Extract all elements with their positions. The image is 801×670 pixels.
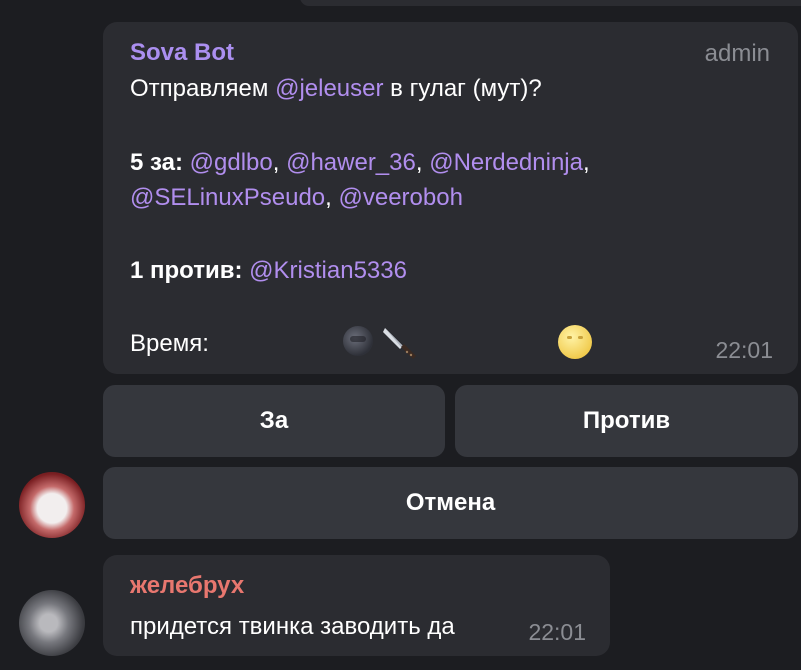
vote-question: Отправляем @jeleuser в гулаг (мут)? [130, 75, 542, 103]
knife-icon [383, 328, 416, 359]
message-time: 22:01 [715, 337, 773, 363]
question-prefix: Отправляем [130, 75, 276, 102]
against-votes-line: 1 против: @Kristian5336 [130, 257, 407, 285]
cancel-button[interactable]: Отмена [103, 467, 798, 539]
time-label: Время: [130, 330, 209, 357]
vote-for-button[interactable]: За [103, 385, 445, 457]
previous-message-bubble [300, 0, 801, 6]
admin-badge: admin [704, 40, 770, 67]
mention-voter[interactable]: @Nerdedninja [429, 149, 583, 176]
mention-voter[interactable]: @SELinuxPseudo [130, 184, 325, 211]
mention-voter[interactable]: @gdlbo [190, 149, 273, 176]
new-moon-face-icon [343, 326, 373, 356]
user-message-bubble: желебрух придется твинка заводить да 22:… [103, 555, 610, 656]
user-message-text: придется твинка заводить да [130, 613, 455, 640]
for-votes-line-2: @SELinuxPseudo, @veeroboh [130, 184, 463, 211]
for-votes-line-1: 5 за: @gdlbo, @hawer_36, @Nerdedninja, [130, 149, 590, 176]
bot-sender-name[interactable]: Sova Bot [130, 39, 234, 67]
full-moon-face-icon [558, 325, 592, 359]
user-avatar[interactable] [19, 590, 85, 656]
for-votes-label: 5 за: [130, 149, 183, 176]
mention-target[interactable]: @jeleuser [275, 75, 383, 102]
question-suffix: в гулаг (мут)? [383, 75, 542, 102]
mention-voter[interactable]: @hawer_36 [286, 149, 416, 176]
user-sender-name[interactable]: желебрух [130, 572, 244, 600]
bot-avatar[interactable] [19, 472, 85, 538]
message-time: 22:01 [528, 619, 586, 645]
bot-message-bubble: Sova Bot admin Отправляем @jeleuser в гу… [103, 22, 798, 374]
mention-voter[interactable]: @veeroboh [339, 184, 463, 211]
vote-against-button[interactable]: Против [455, 385, 798, 457]
against-votes-label: 1 против: [130, 257, 243, 284]
mention-voter[interactable]: @Kristian5336 [249, 257, 407, 284]
